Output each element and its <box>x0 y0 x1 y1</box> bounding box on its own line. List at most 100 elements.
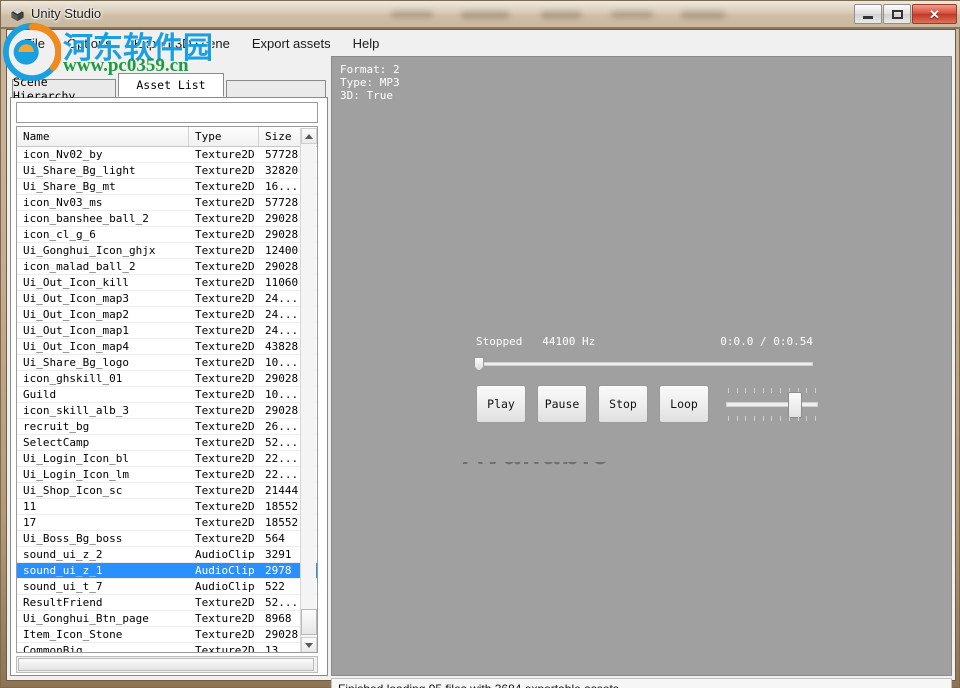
table-row[interactable]: Ui_Out_Icon_map4 Texture2D 43828 <box>17 339 317 355</box>
cell-name: Ui_Out_Icon_map3 <box>23 292 129 305</box>
table-row[interactable]: Ui_Share_Bg_light Texture2D 32820 <box>17 163 317 179</box>
table-row[interactable]: Ui_Out_Icon_map3 Texture2D 24... <box>17 291 317 307</box>
pause-button[interactable]: Pause <box>537 385 587 423</box>
table-row[interactable]: 17 Texture2D 18552 <box>17 515 317 531</box>
cell-type: Texture2D <box>195 500 255 513</box>
list-header: Name Type Size <box>17 127 317 147</box>
table-row[interactable]: icon_banshee_ball_2 Texture2D 29028 <box>17 211 317 227</box>
scroll-up-button[interactable] <box>301 128 317 144</box>
table-row[interactable]: icon_skill_alb_3 Texture2D 29028 <box>17 403 317 419</box>
menu-export-3d-scene[interactable]: Export 3D scene <box>123 33 241 54</box>
table-row[interactable]: Ui_Login_Icon_bl Texture2D 22... <box>17 451 317 467</box>
scrollbar-thumb[interactable] <box>301 609 317 635</box>
table-row[interactable]: sound_ui_z_2 AudioClip 3291 <box>17 547 317 563</box>
asset-list-view: Name Type Size icon_Nv02_by Texture2D 5772… <box>16 126 318 653</box>
cell-type: Texture2D <box>195 628 255 641</box>
list-horizontal-scrollbar[interactable] <box>16 656 318 673</box>
table-row[interactable]: recruit_bg Texture2D 26... <box>17 419 317 435</box>
audio-player: Stopped 44100 Hz 0:0.0 / 0:0.54 Play Pau… <box>472 335 818 425</box>
volume-ticks-bottom <box>728 416 816 421</box>
cell-name: Ui_Gonghui_Btn_page <box>23 612 149 625</box>
table-row[interactable]: Ui_Out_Icon_map2 Texture2D 24... <box>17 307 317 323</box>
cell-name: Ui_Share_Bg_mt <box>23 180 116 193</box>
cell-type: Texture2D <box>195 340 255 353</box>
cell-name: SelectCamp <box>23 436 90 449</box>
list-vertical-scrollbar[interactable] <box>300 128 317 652</box>
window-controls: ✕ <box>854 4 957 24</box>
cell-name: Ui_Share_Bg_light <box>23 164 136 177</box>
loop-button[interactable]: Loop <box>659 385 709 423</box>
tab-scene-hierarchy[interactable]: Scene Hierarchy <box>12 75 116 103</box>
title-bar: Unity Studio ✕ <box>1 1 960 29</box>
cell-name: Ui_Gonghui_Icon_ghjx <box>23 244 156 257</box>
table-row[interactable]: Item_Icon_Stone Texture2D 29028 <box>17 627 317 643</box>
play-button[interactable]: Play <box>476 385 526 423</box>
table-row[interactable]: Ui_Gonghui_Icon_ghjx Texture2D 12400 <box>17 243 317 259</box>
player-state-label: Stopped <box>476 335 523 348</box>
column-header-type[interactable]: Type <box>189 127 259 146</box>
table-row[interactable]: CommonBig Texture2D 13... <box>17 643 317 653</box>
cell-name: icon_Nv02_by <box>23 148 103 161</box>
cell-type: Texture2D <box>195 612 255 625</box>
cell-name: Ui_Login_Icon_bl <box>23 452 129 465</box>
window-title: Unity Studio <box>31 6 102 21</box>
table-row[interactable]: icon_Nv02_by Texture2D 57728 <box>17 147 317 163</box>
table-row[interactable]: Ui_Out_Icon_kill Texture2D 11060 <box>17 275 317 291</box>
table-row[interactable]: sound_ui_z_1 AudioClip 2978 <box>17 563 317 579</box>
table-row[interactable]: icon_ghskill_01 Texture2D 29028 <box>17 371 317 387</box>
player-time: 0:0.0 / 0:0.54 <box>720 335 813 348</box>
volume-thumb[interactable] <box>788 392 802 418</box>
cell-type: Texture2D <box>195 324 255 337</box>
filter-input[interactable] <box>16 102 318 123</box>
table-row[interactable]: SelectCamp Texture2D 52... <box>17 435 317 451</box>
minimize-button[interactable] <box>854 4 882 24</box>
menu-file[interactable]: File <box>13 33 56 54</box>
column-header-name[interactable]: Name <box>17 127 189 146</box>
table-row[interactable]: 11 Texture2D 18552 <box>17 499 317 515</box>
close-button[interactable]: ✕ <box>912 4 957 24</box>
asset-list-panel: Name Type Size icon_Nv02_by Texture2D 5772… <box>10 98 328 676</box>
table-row[interactable]: icon_malad_ball_2 Texture2D 29028 <box>17 259 317 275</box>
cell-type: Texture2D <box>195 148 255 161</box>
cell-type: Texture2D <box>195 196 255 209</box>
table-row[interactable]: Ui_Gonghui_Btn_page Texture2D 8968 <box>17 611 317 627</box>
cell-type: Texture2D <box>195 404 255 417</box>
tab-asset-list[interactable]: Asset List <box>118 73 224 97</box>
table-row[interactable]: Ui_Out_Icon_map1 Texture2D 24... <box>17 323 317 339</box>
title-bar-sheen <box>1 1 960 14</box>
scroll-down-button[interactable] <box>301 637 317 652</box>
stop-button[interactable]: Stop <box>598 385 648 423</box>
hscrollbar-thumb[interactable] <box>18 658 314 671</box>
cell-name: CommonBig <box>23 644 83 653</box>
cell-type: Texture2D <box>195 164 255 177</box>
cell-type: AudioClip <box>195 548 255 561</box>
cell-type: AudioClip <box>195 580 255 593</box>
table-row[interactable]: icon_cl_g_6 Texture2D 29028 <box>17 227 317 243</box>
table-row[interactable]: Ui_Boss_Bg_boss Texture2D 564 <box>17 531 317 547</box>
chevron-down-icon <box>305 642 313 648</box>
volume-slider[interactable] <box>726 385 818 423</box>
seek-thumb[interactable] <box>474 357 484 371</box>
table-row[interactable]: ResultFriend Texture2D 52... <box>17 595 317 611</box>
restore-button[interactable] <box>883 4 911 24</box>
table-row[interactable]: Ui_Shop_Icon_sc Texture2D 21444 <box>17 483 317 499</box>
cell-type: Texture2D <box>195 436 255 449</box>
status-text: Finished loading 95 files with 3684 expo… <box>332 679 951 688</box>
seek-slider[interactable] <box>472 357 817 371</box>
cell-name: Ui_Shop_Icon_sc <box>23 484 123 497</box>
menu-help[interactable]: Help <box>342 33 391 54</box>
table-row[interactable]: Ui_Login_Icon_lm Texture2D 22... <box>17 467 317 483</box>
ghost-text: Available <box>462 462 822 482</box>
asset-info-text: Format: 2 Type: MP3 3D: True <box>340 63 400 102</box>
menu-export-assets[interactable]: Export assets <box>241 33 342 54</box>
table-row[interactable]: icon_Nv03_ms Texture2D 57728 <box>17 195 317 211</box>
table-row[interactable]: Guild Texture2D 10... <box>17 387 317 403</box>
table-row[interactable]: Ui_Share_Bg_logo Texture2D 10... <box>17 355 317 371</box>
table-row[interactable]: Ui_Share_Bg_mt Texture2D 16... <box>17 179 317 195</box>
cell-name: Ui_Out_Icon_map2 <box>23 308 129 321</box>
cell-name: sound_ui_z_2 <box>23 548 103 561</box>
cell-type: Texture2D <box>195 180 255 193</box>
menu-options[interactable]: Options <box>56 33 123 54</box>
cell-name: sound_ui_z_1 <box>23 564 103 577</box>
table-row[interactable]: sound_ui_t_7 AudioClip 522 <box>17 579 317 595</box>
